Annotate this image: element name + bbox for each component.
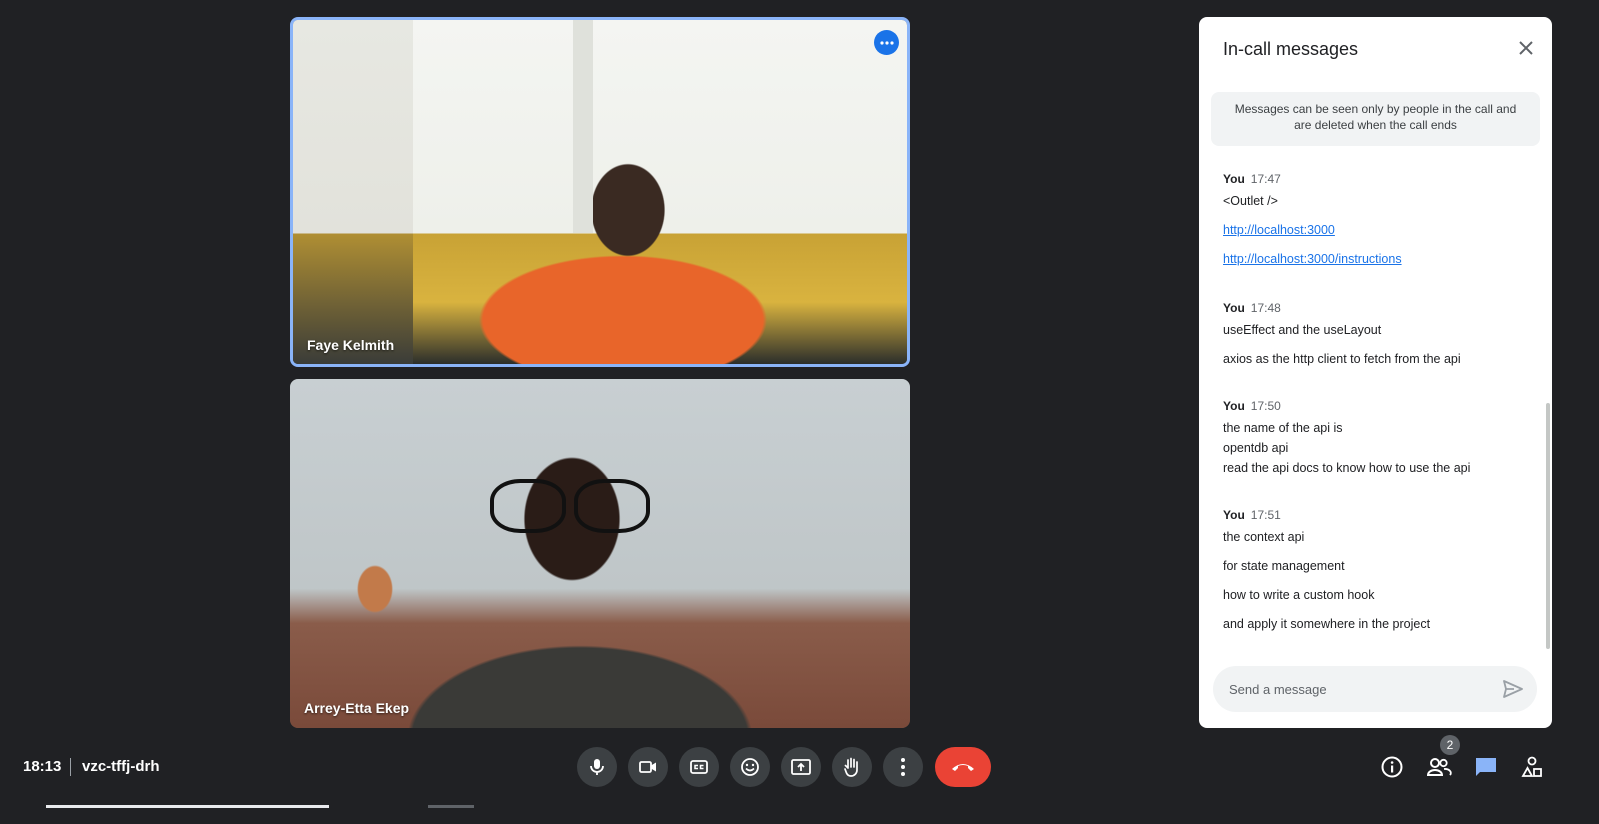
message-author: You xyxy=(1223,399,1245,413)
captions-button[interactable] xyxy=(679,747,719,787)
message-time: 17:48 xyxy=(1250,301,1281,315)
message-text: how to write a custom hook xyxy=(1223,588,1375,602)
message-time: 17:50 xyxy=(1250,399,1281,413)
chat-privacy-notice: Messages can be seen only by people in t… xyxy=(1211,92,1540,146)
message-text: useEffect and the useLayout xyxy=(1223,323,1382,337)
activities-button[interactable] xyxy=(1517,752,1547,782)
message-group: You 17:51 the context api for state manag… xyxy=(1223,508,1528,632)
message-text: <Outlet /> xyxy=(1223,194,1278,208)
meeting-code: vzc-tffj-drh xyxy=(82,758,160,775)
chat-scrollbar[interactable] xyxy=(1546,403,1550,649)
footer-divider xyxy=(70,758,71,776)
tile-more-options-button[interactable] xyxy=(874,30,899,55)
participant-tile-faye[interactable]: Faye Kelmith xyxy=(290,17,910,367)
message-author: You xyxy=(1223,508,1245,522)
message-text: for state management xyxy=(1223,559,1345,573)
message-time: 17:51 xyxy=(1250,508,1281,522)
video-camera-icon xyxy=(639,761,656,773)
participant-name: Arrey-Etta Ekep xyxy=(304,700,410,716)
participant-name: Faye Kelmith xyxy=(307,337,395,353)
message-link[interactable]: http://localhost:3000/instructions xyxy=(1223,252,1528,267)
leave-call-button[interactable] xyxy=(935,747,991,787)
closed-captions-icon xyxy=(690,760,708,774)
raise-hand-button[interactable] xyxy=(832,747,872,787)
camera-button[interactable] xyxy=(628,747,668,787)
emoji-icon xyxy=(741,758,759,776)
send-message-button[interactable] xyxy=(1501,677,1525,701)
send-icon xyxy=(1503,680,1523,698)
message-input[interactable] xyxy=(1229,681,1501,697)
current-time: 18:13 xyxy=(23,758,62,775)
message-list: You 17:47 <Outlet /> http://localhost:300… xyxy=(1223,172,1528,648)
message-text: axios as the http client to fetch from t… xyxy=(1223,352,1461,366)
close-chat-button[interactable] xyxy=(1514,36,1538,60)
chat-button[interactable] xyxy=(1471,752,1501,782)
taskbar-indicator xyxy=(428,805,474,808)
taskbar-indicator xyxy=(46,805,329,808)
meeting-details-button[interactable] xyxy=(1377,752,1407,782)
activities-icon xyxy=(1521,756,1542,777)
more-options-button[interactable] xyxy=(883,747,923,787)
message-text: and apply it somewhere in the project xyxy=(1223,617,1431,631)
chat-icon xyxy=(1476,758,1496,776)
more-horiz-icon xyxy=(879,40,894,45)
message-composer xyxy=(1213,666,1537,712)
present-button[interactable] xyxy=(781,747,821,787)
chat-panel-title: In-call messages xyxy=(1223,39,1359,59)
microphone-button[interactable] xyxy=(577,747,617,787)
message-text: the context api xyxy=(1223,530,1305,544)
raise-hand-icon xyxy=(844,757,858,777)
microphone-icon xyxy=(590,759,604,775)
people-button[interactable] xyxy=(1424,752,1454,782)
more-vert-icon xyxy=(901,758,905,776)
participant-tile-arrey[interactable]: Arrey-Etta Ekep xyxy=(290,379,910,728)
message-text: the name of the api is xyxy=(1223,421,1343,435)
info-icon xyxy=(1381,756,1403,778)
message-time: 17:47 xyxy=(1250,172,1281,186)
message-text: opentdb api xyxy=(1223,441,1289,455)
message-author: You xyxy=(1223,172,1245,186)
hang-up-icon xyxy=(952,764,974,771)
reactions-button[interactable] xyxy=(730,747,770,787)
participant-video xyxy=(293,20,907,364)
message-text: read the api docs to know how to use the… xyxy=(1223,461,1471,475)
participant-video xyxy=(290,379,910,728)
message-group: You 17:47 <Outlet /> http://localhost:300… xyxy=(1223,172,1528,267)
chat-panel: In-call messages Messages can be seen on… xyxy=(1199,17,1552,728)
present-screen-icon xyxy=(791,759,811,775)
close-icon xyxy=(1519,41,1533,55)
message-group: You 17:50 the name of the api is opentdb … xyxy=(1223,399,1528,476)
message-group: You 17:48 useEffect and the useLayout axi… xyxy=(1223,284,1528,367)
people-icon xyxy=(1426,758,1452,776)
message-author: You xyxy=(1223,301,1245,315)
message-link[interactable]: http://localhost:3000 xyxy=(1223,223,1528,238)
call-controls xyxy=(577,747,991,787)
